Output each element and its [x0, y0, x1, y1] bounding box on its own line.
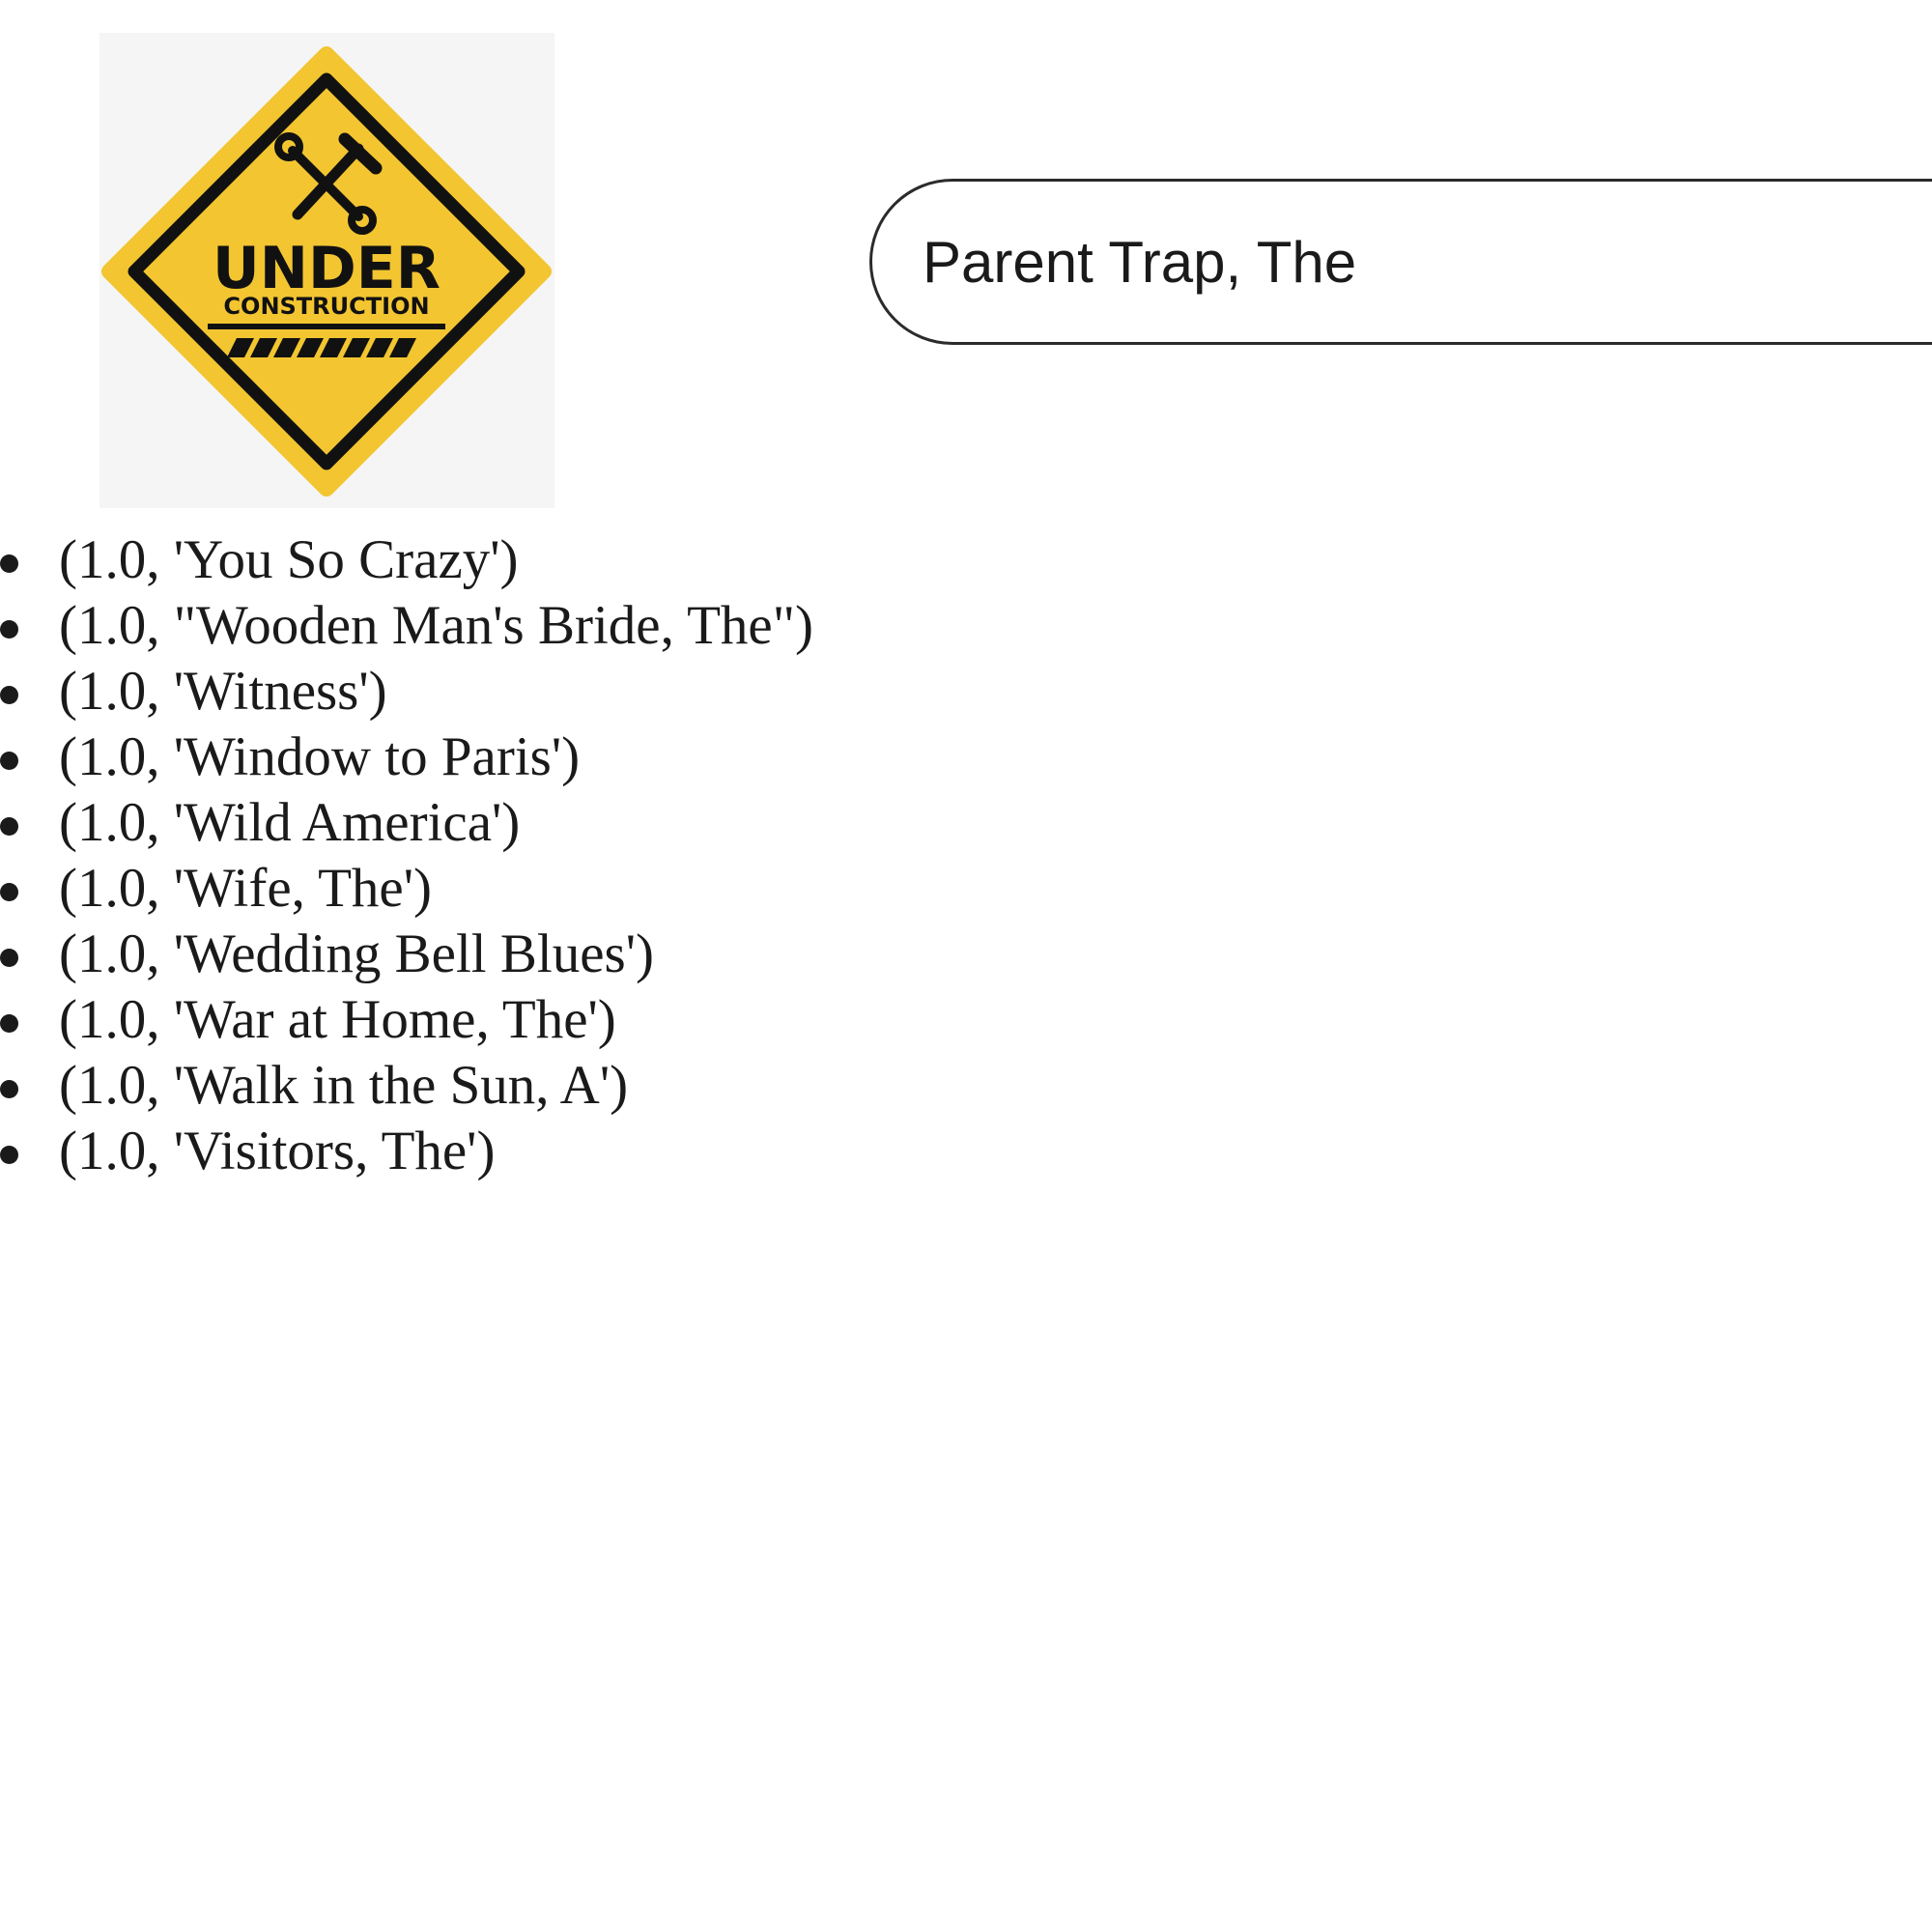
list-item: (1.0, 'Witness') — [0, 659, 813, 724]
bullet — [0, 883, 18, 901]
sign-line-2: CONSTRUCTION — [223, 293, 429, 320]
list-item: (1.0, 'Walk in the Sun, A') — [0, 1053, 813, 1119]
list-item: (1.0, 'Wife, The') — [0, 856, 813, 922]
bullet — [0, 620, 18, 639]
list-item: (1.0, 'Wild America') — [0, 790, 813, 856]
result-label: (1.0, 'Walk in the Sun, A') — [59, 1055, 629, 1116]
bullet — [0, 1080, 18, 1098]
list-item: (1.0, 'Wedding Bell Blues') — [0, 922, 813, 987]
result-label: (1.0, 'Wife, The') — [59, 858, 432, 919]
result-label: (1.0, 'Visitors, The') — [59, 1121, 496, 1181]
bullet — [0, 686, 18, 704]
list-item: (1.0, 'You So Crazy') — [0, 527, 813, 593]
list-item: (1.0, 'Window to Paris') — [0, 724, 813, 790]
under-construction-logo: UNDER CONSTRUCTION — [99, 33, 554, 508]
bullet — [0, 949, 18, 967]
list-item: (1.0, 'Visitors, The') — [0, 1119, 813, 1184]
result-label: (1.0, 'War at Home, The') — [59, 989, 616, 1050]
bullet — [0, 554, 18, 573]
bullet — [0, 752, 18, 770]
bullet — [0, 1014, 18, 1033]
under-construction-sign-icon: UNDER CONSTRUCTION — [101, 46, 552, 497]
result-label: (1.0, "Wooden Man's Bride, The") — [59, 595, 813, 656]
list-item: (1.0, "Wooden Man's Bride, The") — [0, 593, 813, 659]
result-label: (1.0, 'You So Crazy') — [59, 529, 519, 590]
result-label: (1.0, 'Wedding Bell Blues') — [59, 923, 654, 984]
result-label: (1.0, 'Wild America') — [59, 792, 521, 853]
result-label: (1.0, 'Witness') — [59, 661, 387, 722]
result-label: (1.0, 'Window to Paris') — [59, 726, 581, 787]
movie-search-input[interactable] — [869, 179, 1932, 345]
bullet — [0, 1146, 18, 1164]
bullet — [0, 817, 18, 836]
results-list: (1.0, 'You So Crazy') (1.0, "Wooden Man'… — [0, 527, 813, 1184]
list-item: (1.0, 'War at Home, The') — [0, 987, 813, 1053]
